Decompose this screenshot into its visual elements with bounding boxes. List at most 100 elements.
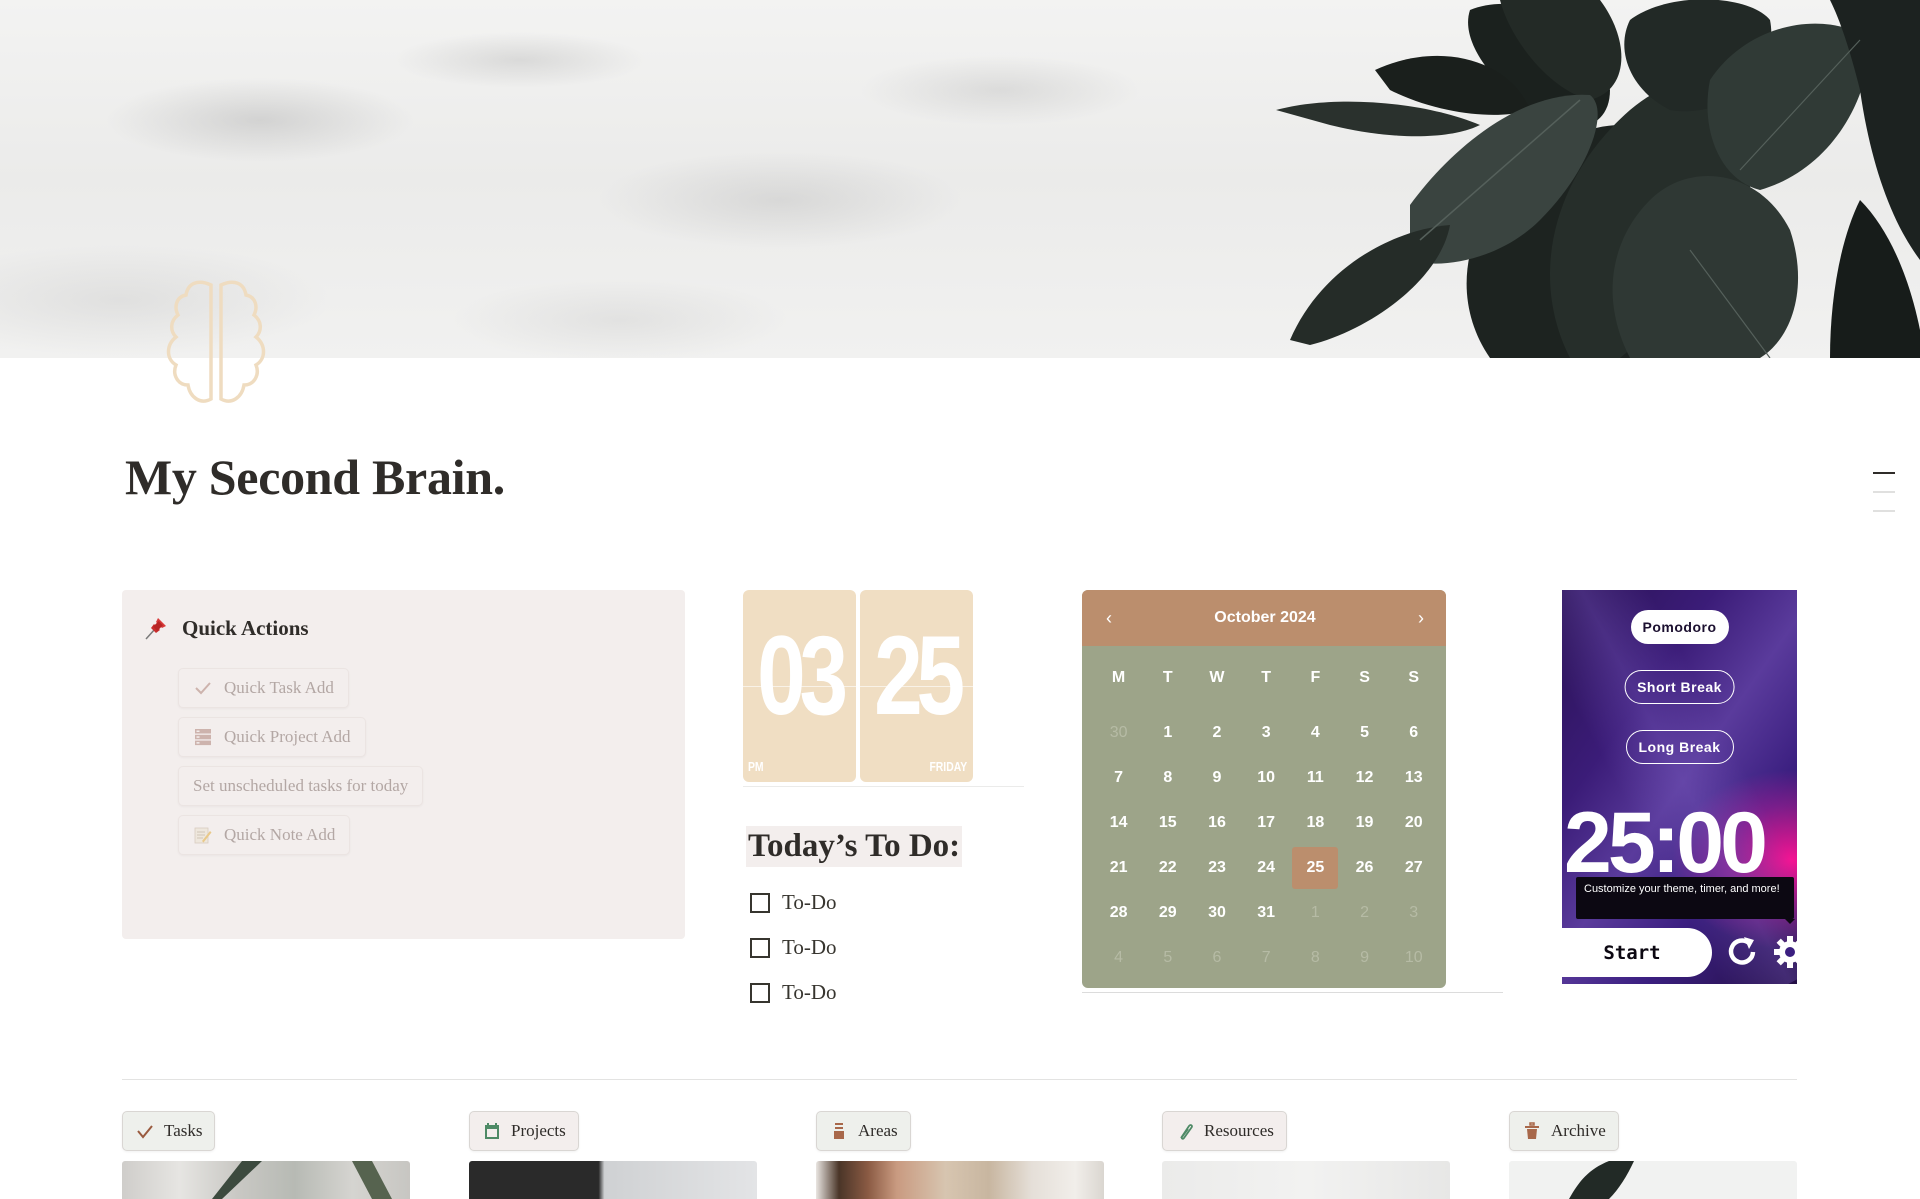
calendar-day-number: 26	[1355, 858, 1374, 876]
calendar-day[interactable]: 6	[1389, 710, 1438, 755]
calendar-day[interactable]: 10	[1242, 755, 1291, 800]
calendar-day[interactable]: 1	[1143, 710, 1192, 755]
toc-line[interactable]	[1873, 491, 1895, 493]
plant-leaf-image	[1569, 1161, 1634, 1199]
calendar-day[interactable]: 28	[1094, 890, 1143, 935]
nav-resources-button[interactable]: Resources	[1162, 1111, 1287, 1151]
todo-checkbox[interactable]	[750, 892, 770, 913]
calendar-day-number: 3	[1261, 723, 1271, 741]
calendar-day[interactable]: 9	[1340, 935, 1389, 980]
areas-cover-thumbnail[interactable]	[816, 1161, 1104, 1199]
calendar-day[interactable]: 6	[1192, 935, 1241, 980]
calendar-day[interactable]: 11	[1291, 755, 1340, 800]
start-button[interactable]: Start	[1562, 928, 1712, 977]
calendar-day-number: 30	[1208, 903, 1226, 921]
calendar-day[interactable]: 24	[1242, 845, 1291, 890]
calendar-day[interactable]: 21	[1094, 845, 1143, 890]
quick-note-add-button[interactable]: Quick Note Add	[178, 815, 351, 855]
tasks-cover-thumbnail[interactable]	[122, 1161, 410, 1199]
calendar-day[interactable]: 4	[1094, 935, 1143, 980]
brain-outline-icon[interactable]	[148, 275, 284, 413]
section-divider	[122, 1079, 1797, 1080]
short-break-mode-button[interactable]: Short Break	[1624, 670, 1735, 704]
clock-hour-card: 03 PM	[743, 590, 856, 782]
calendar-day-number: 27	[1404, 858, 1423, 876]
nav-archive-button[interactable]: Archive	[1509, 1111, 1619, 1151]
divider	[1082, 992, 1503, 993]
calendar-day-today[interactable]: 25	[1291, 845, 1340, 890]
calendar-day-number: 3	[1409, 903, 1419, 921]
table-of-contents-indicator[interactable]	[1873, 472, 1895, 529]
calendar-day-number: 11	[1306, 768, 1324, 786]
calendar-header: ‹ October 2024 ›	[1082, 590, 1446, 646]
weekday-header: F	[1310, 669, 1321, 686]
calendar-day[interactable]: 9	[1192, 755, 1241, 800]
todo-text[interactable]: To-Do	[782, 890, 837, 915]
calendar-day[interactable]: 30	[1094, 710, 1143, 755]
weekday-header: S	[1408, 669, 1420, 686]
reset-icon[interactable]	[1722, 932, 1762, 972]
previous-month-button[interactable]: ‹	[1106, 608, 1112, 629]
gear-icon[interactable]	[1772, 934, 1797, 970]
nav-tasks-button[interactable]: Tasks	[122, 1111, 216, 1151]
calendar-day[interactable]: 31	[1242, 890, 1291, 935]
calendar-day[interactable]: 8	[1291, 935, 1340, 980]
quick-project-add-button[interactable]: Quick Project Add	[178, 717, 366, 757]
calendar-day[interactable]: 1	[1291, 890, 1340, 935]
calendar-day[interactable]: 18	[1291, 800, 1340, 845]
calendar-day[interactable]: 10	[1389, 935, 1438, 980]
calendar-day[interactable]: 3	[1242, 710, 1291, 755]
calendar-day[interactable]: 5	[1143, 935, 1192, 980]
quick-task-add-button[interactable]: Quick Task Add	[178, 668, 349, 708]
set-unscheduled-tasks-label: Set unscheduled tasks for today	[193, 776, 409, 795]
calendar-day[interactable]: 27	[1389, 845, 1438, 890]
nav-resources-label: Resources	[1204, 1121, 1274, 1140]
calendar-day[interactable]: 20	[1389, 800, 1438, 845]
pomodoro-mode-button[interactable]: Pomodoro	[1630, 610, 1729, 644]
calendar-day[interactable]: 3	[1389, 890, 1438, 935]
nav-areas-button[interactable]: Areas	[816, 1111, 911, 1151]
resources-cover-thumbnail[interactable]	[1162, 1161, 1450, 1199]
todo-text[interactable]: To-Do	[782, 935, 837, 960]
todo-text[interactable]: To-Do	[782, 980, 837, 1005]
calendar-day[interactable]: 19	[1340, 800, 1389, 845]
calendar-day[interactable]: 29	[1143, 890, 1192, 935]
calendar-day[interactable]: 30	[1192, 890, 1241, 935]
long-break-mode-button[interactable]: Long Break	[1625, 730, 1734, 764]
cover-image	[0, 0, 1920, 358]
archive-cover-thumbnail[interactable]	[1509, 1161, 1797, 1199]
quick-note-add-label: Quick Note Add	[224, 825, 336, 844]
plant-leaves-image	[1276, 0, 1920, 358]
calendar-day[interactable]: 7	[1094, 755, 1143, 800]
todo-checkbox[interactable]	[750, 937, 770, 958]
todo-checkbox[interactable]	[750, 982, 770, 1003]
calendar-day[interactable]: 8	[1143, 755, 1192, 800]
calendar-day[interactable]: 26	[1340, 845, 1389, 890]
calendar-day-number: 31	[1257, 903, 1276, 921]
set-unscheduled-tasks-button[interactable]: Set unscheduled tasks for today	[178, 766, 424, 806]
toc-line-active[interactable]	[1873, 472, 1895, 474]
weekday-header: T	[1261, 669, 1272, 686]
calendar-day[interactable]: 2	[1340, 890, 1389, 935]
nav-projects-button[interactable]: Projects	[469, 1111, 579, 1151]
calendar-day[interactable]: 12	[1340, 755, 1389, 800]
calendar-day[interactable]: 22	[1143, 845, 1192, 890]
calendar-day[interactable]: 4	[1291, 710, 1340, 755]
nav-areas-label: Areas	[858, 1121, 898, 1140]
next-month-button[interactable]: ›	[1418, 608, 1424, 629]
timer-display: 25:00	[1564, 795, 1768, 891]
calendar-day[interactable]: 7	[1242, 935, 1291, 980]
divider	[743, 786, 1024, 787]
projects-cover-thumbnail[interactable]	[469, 1161, 757, 1199]
calendar-day-number: 2	[1360, 903, 1369, 921]
calendar-day[interactable]: 15	[1143, 800, 1192, 845]
calendar-day[interactable]: 16	[1192, 800, 1241, 845]
toc-line[interactable]	[1873, 510, 1895, 512]
calendar-day[interactable]: 5	[1340, 710, 1389, 755]
calendar-day[interactable]: 17	[1242, 800, 1291, 845]
weekday-header: T	[1162, 669, 1173, 686]
calendar-day[interactable]: 23	[1192, 845, 1241, 890]
calendar-day[interactable]: 13	[1389, 755, 1438, 800]
calendar-day[interactable]: 14	[1094, 800, 1143, 845]
calendar-day[interactable]: 2	[1192, 710, 1241, 755]
